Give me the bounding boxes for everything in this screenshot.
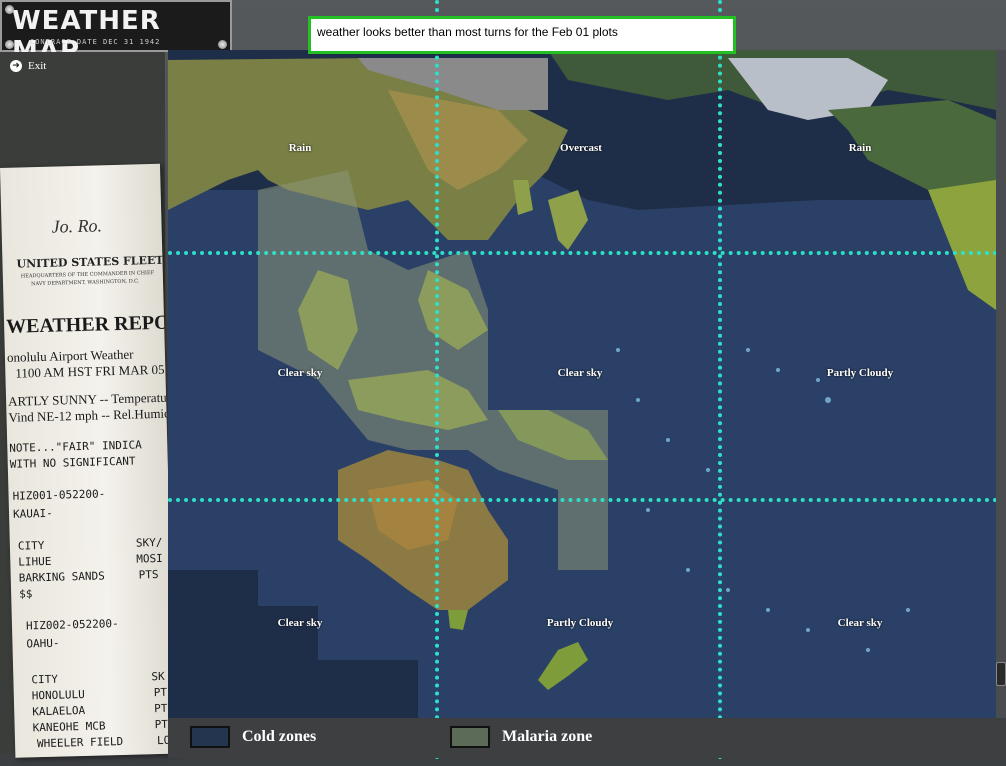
paper-code: CITY <box>17 538 45 553</box>
region-label: Rain <box>848 142 872 154</box>
exit-label: Exit <box>28 60 47 72</box>
malaria-zone-swatch <box>450 726 490 748</box>
bolt-icon <box>218 40 227 49</box>
paper-title: WEATHER REPO <box>5 311 170 338</box>
paper-code: PTS <box>138 567 159 582</box>
arrow-right-icon: ➜ <box>10 60 22 72</box>
paper-code: HONOLULU <box>31 687 85 703</box>
paper-code: KALAELOA <box>32 703 86 719</box>
paper-note: NOTE..."FAIR" INDICA <box>9 438 142 455</box>
legend-bar: Cold zones Malaria zone <box>168 718 1006 758</box>
signature-image: Jo. Ro. <box>51 215 103 237</box>
grid-line-vertical <box>718 0 722 760</box>
paper-code: BARKING SANDS <box>18 569 105 585</box>
paper-code: HIZ001-052200- <box>12 487 106 503</box>
paper-code: PT <box>154 701 168 716</box>
paper-code: $$ <box>18 587 33 601</box>
paper-line: Vind NE-12 mph -- Rel.Humic <box>8 405 171 425</box>
region-label: Partly Cloudy <box>826 367 894 379</box>
region-label: Overcast <box>560 142 602 154</box>
region-label: Partly Cloudy <box>546 617 614 629</box>
region-label: Clear sky <box>557 367 603 379</box>
weather-report-paper: Jo. Ro. UNITED STATES FLEET HEADQUARTERS… <box>0 163 176 758</box>
map-scrollbar[interactable] <box>996 50 1006 718</box>
paper-code: PT <box>153 685 168 700</box>
cold-zone-swatch <box>190 726 230 748</box>
paper-line: 1100 AM HST FRI MAR 05 <box>15 361 165 381</box>
paper-code: OAHU- <box>26 636 60 651</box>
cold-zone-label: Cold zones <box>242 728 317 745</box>
grid-line-horizontal <box>168 498 1006 502</box>
paper-subheader: NAVY DEPARTMENT, WASHINGTON, D.C. <box>30 278 140 288</box>
region-label: Clear sky <box>837 617 883 629</box>
paper-code: HIZ002-052200- <box>25 617 119 633</box>
message-box: weather looks better than most turns for… <box>308 16 736 54</box>
malaria-zone-label: Malaria zone <box>502 728 593 745</box>
paper-code: MOSI <box>136 551 163 566</box>
paper-code: KAUAI- <box>12 506 53 521</box>
paper-code: WHEELER FIELD <box>36 734 124 751</box>
paper-code: KANEOHE MCB <box>32 719 106 735</box>
paper-code: PT <box>154 717 169 732</box>
grid-line-horizontal <box>168 251 1006 255</box>
weather-map[interactable]: Rain Overcast Rain Clear sky Clear sky P… <box>168 50 996 718</box>
bolt-icon <box>5 40 14 49</box>
title-plate: WEATHER MAP CONTRACT DATE DEC 31 1942 <box>0 0 232 66</box>
scrollbar-thumb[interactable] <box>996 662 1006 686</box>
message-text: weather looks better than most turns for… <box>317 25 618 39</box>
paper-note: WITH NO SIGNIFICANT <box>9 454 136 471</box>
region-label: Clear sky <box>277 617 323 629</box>
paper-header: UNITED STATES FLEET <box>16 253 164 271</box>
region-label: Clear sky <box>277 367 323 379</box>
grid-line-vertical <box>435 0 439 760</box>
paper-code: SK <box>151 669 165 684</box>
contract-date: CONTRACT DATE DEC 31 1942 <box>30 38 161 46</box>
paper-code: SKY/ <box>135 535 163 550</box>
region-label: Rain <box>288 142 312 154</box>
paper-code: LIHUE <box>18 554 52 569</box>
paper-code: CITY <box>31 672 59 687</box>
bolt-icon <box>5 5 14 14</box>
exit-button[interactable]: ➜ Exit <box>10 58 46 74</box>
